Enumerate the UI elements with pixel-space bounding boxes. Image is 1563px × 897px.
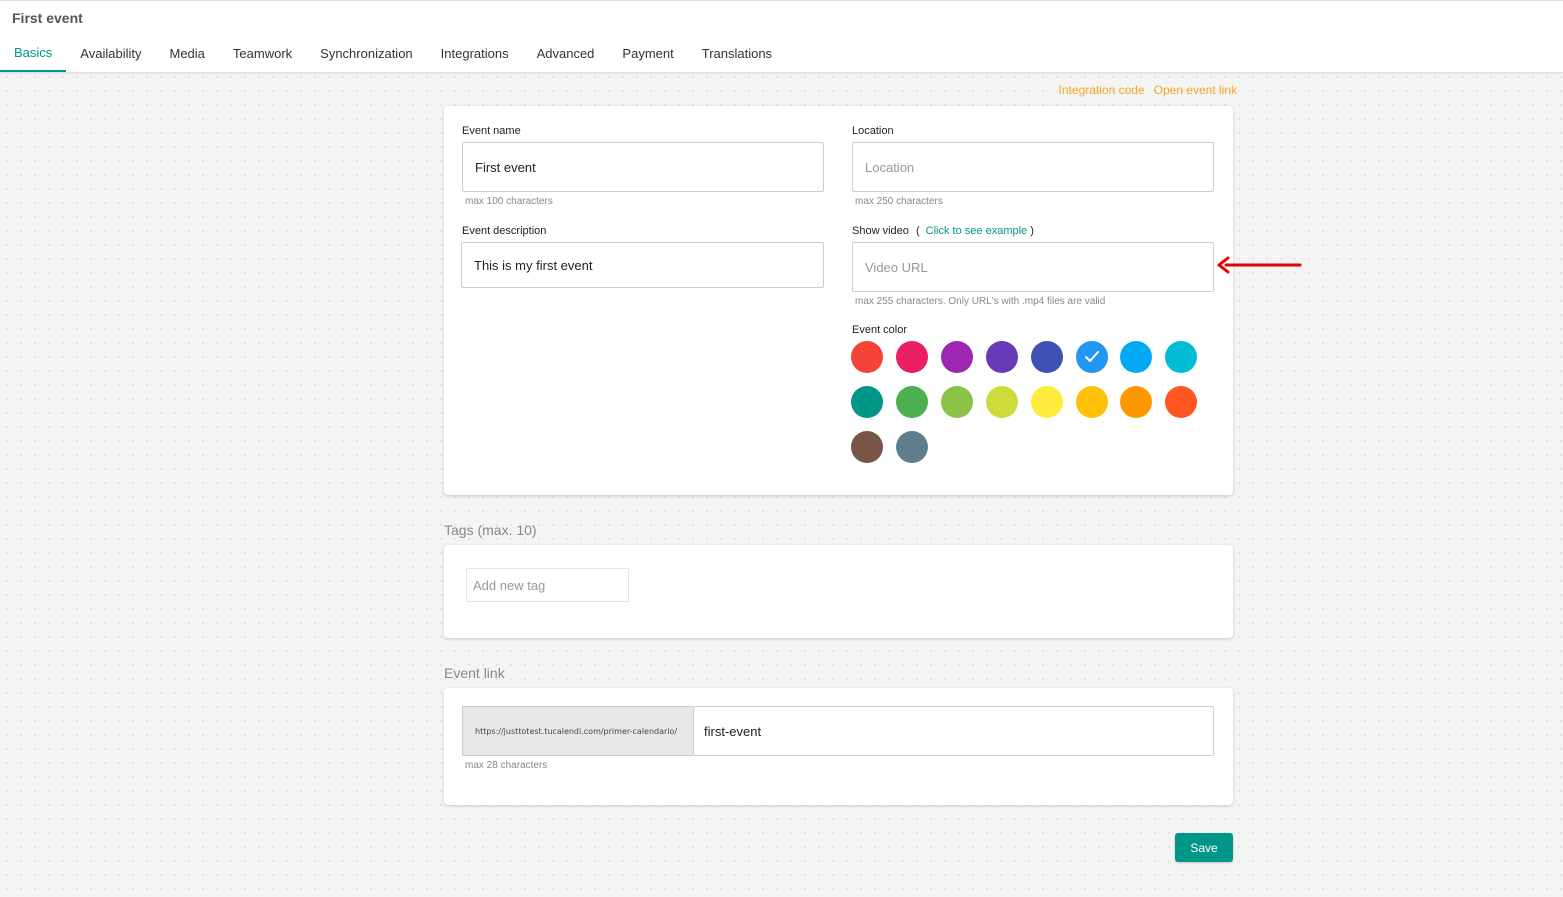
add-tag-input[interactable] [466,568,629,602]
color-swatch[interactable] [1075,386,1108,418]
show-video-label: Show video ( Click to see example ) [852,225,1034,237]
tab-teamwork[interactable]: Teamwork [219,35,306,72]
color-swatch[interactable] [1120,386,1153,418]
color-swatch[interactable] [1030,386,1063,418]
color-swatch[interactable] [940,386,973,418]
color-swatch[interactable] [895,386,928,418]
event-slug-input[interactable] [693,706,1214,756]
color-swatch[interactable] [1075,341,1108,373]
color-swatch[interactable] [985,341,1018,373]
color-swatch[interactable] [851,431,883,463]
basics-card: Event name max 100 characters Location m… [444,106,1233,495]
tab-availability[interactable]: Availability [66,35,155,72]
tags-section-title: Tags (max. 10) [444,522,537,538]
tab-basics[interactable]: Basics [0,35,67,72]
tab-advanced[interactable]: Advanced [523,35,609,72]
video-url-input[interactable] [852,242,1214,292]
paren-close: ) [1030,225,1034,237]
page-title: First event [12,10,83,26]
event-description-input[interactable] [461,242,824,288]
tab-payment[interactable]: Payment [608,35,687,72]
location-hint: max 250 characters [855,196,943,207]
event-link-section-title: Event link [444,665,505,681]
color-swatch[interactable] [985,386,1018,418]
color-swatch[interactable] [895,341,928,373]
integration-code-link[interactable]: Integration code [1059,83,1145,97]
event-name-label: Event name [462,125,521,137]
save-button[interactable]: Save [1175,833,1233,862]
event-link-card: https://justtotest.tucalendi.com/primer-… [444,688,1233,805]
tab-synchronization[interactable]: Synchronization [306,35,427,72]
event-links: Integration code Open event link [1059,83,1237,97]
tab-media[interactable]: Media [155,35,218,72]
event-color-label: Event color [852,324,908,336]
tab-integrations[interactable]: Integrations [427,35,523,72]
event-link-hint: max 28 characters [465,760,548,771]
color-swatch[interactable] [1120,341,1153,373]
location-label: Location [852,125,894,137]
show-video-text: Show video [852,225,909,237]
paren-open: ( [915,225,920,237]
event-name-hint: max 100 characters [465,196,553,207]
video-url-hint: max 255 characters. Only URL's with .mp4… [855,296,1106,307]
tab-translations[interactable]: Translations [688,35,786,72]
tags-card [444,545,1233,638]
check-icon [1084,351,1099,362]
color-swatch[interactable] [851,341,883,373]
event-description-label: Event description [462,225,547,237]
color-swatch[interactable] [1165,386,1198,418]
color-swatch[interactable] [940,341,973,373]
color-swatch[interactable] [895,431,928,463]
top-bar: First event Basics Availability Media Te… [0,0,1563,72]
tab-bar: Basics Availability Media Teamwork Synch… [0,35,786,72]
event-link-prefix: https://justtotest.tucalendi.com/primer-… [462,706,693,756]
color-swatch[interactable] [1030,341,1063,373]
location-input[interactable] [852,142,1214,192]
annotation-arrow-icon [1217,256,1302,274]
color-swatch[interactable] [851,386,883,418]
open-event-link[interactable]: Open event link [1154,83,1237,97]
video-example-link[interactable]: Click to see example [926,225,1028,237]
event-name-input[interactable] [462,142,824,192]
color-swatch[interactable] [1165,341,1198,373]
